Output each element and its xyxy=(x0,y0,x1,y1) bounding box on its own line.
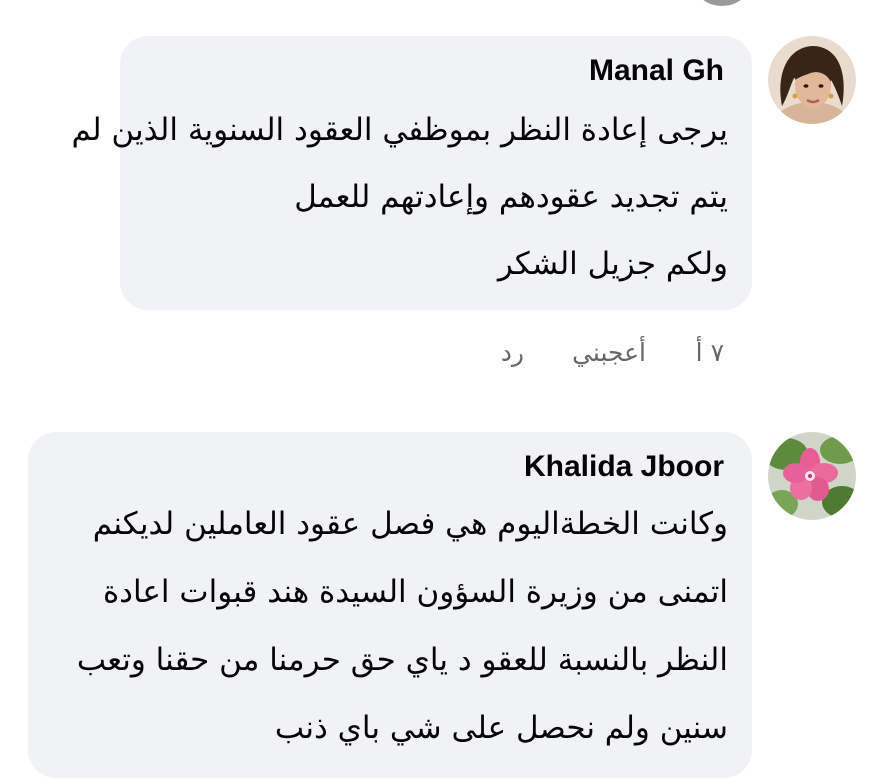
comment-author[interactable]: Khalida Jboor xyxy=(524,450,724,484)
previous-comment-avatar[interactable] xyxy=(697,0,747,6)
comment-actions: ٧ أ أعجبني رد xyxy=(0,338,870,374)
comment-bubble: Khalida Jboor وكانت الخطةاليوم هي فصل عق… xyxy=(28,432,752,778)
profile-photo xyxy=(768,36,856,124)
comment-text-line: اتمنى من وزيرة السؤون السيدة هند قبوات ا… xyxy=(102,574,728,610)
comment-timestamp[interactable]: ٧ أ xyxy=(696,338,724,367)
comment-text-line: ولكم جزيل الشكر xyxy=(497,246,728,282)
like-button[interactable]: أعجبني xyxy=(572,338,646,367)
comment-bubble: Manal Gh يرجى إعادة النظر بموظفي العقود … xyxy=(72,36,752,310)
comment-author[interactable]: Manal Gh xyxy=(589,54,724,88)
comment-text-line: سنين ولم نحصل على شي باي ذنب xyxy=(274,710,728,746)
comment-text-line: يرجى إعادة النظر بموظفي العقود السنوية ا… xyxy=(71,112,729,148)
avatar[interactable] xyxy=(768,36,856,124)
reply-button[interactable]: رد xyxy=(501,338,524,367)
profile-photo xyxy=(768,432,856,520)
comment-text-line: النظر بالنسبة للعقو د ياي حق حرمنا من حق… xyxy=(76,642,728,678)
avatar[interactable] xyxy=(768,432,856,520)
comment-text-line: يتم تجديد عقودهم وإعادتهم للعمل xyxy=(294,179,728,215)
comment-text-line: وكانت الخطةاليوم هي فصل عقود العاملين لد… xyxy=(92,506,728,542)
